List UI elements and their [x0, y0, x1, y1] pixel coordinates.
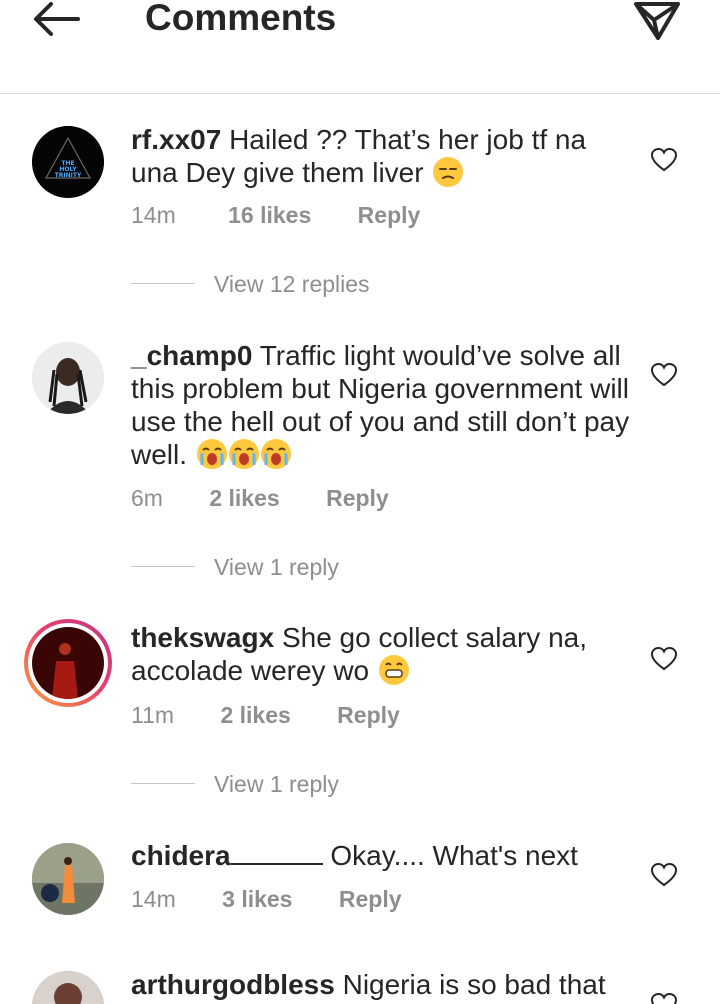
- like-button[interactable]: [650, 362, 678, 388]
- avatar[interactable]: [32, 342, 104, 414]
- avatar[interactable]: THE HOLY TRINITY: [32, 126, 104, 198]
- heart-icon: [650, 862, 678, 887]
- svg-text:TRINITY: TRINITY: [55, 172, 82, 179]
- paper-plane-icon: [634, 2, 680, 40]
- reply-button[interactable]: Reply: [358, 202, 421, 229]
- app-header: Comments: [0, 0, 720, 94]
- profile-photo: [32, 627, 104, 699]
- heart-icon: [650, 992, 678, 1004]
- view-replies-label: View 1 reply: [214, 554, 339, 580]
- like-button[interactable]: [650, 992, 678, 1004]
- comment-likes[interactable]: 2 likes: [209, 485, 279, 512]
- reply-button[interactable]: Reply: [339, 886, 402, 913]
- comment-likes[interactable]: 3 likes: [222, 886, 292, 913]
- crying-face-emoji: [260, 439, 291, 469]
- comment-text: arthurgodbless Nigeria is so bad that: [131, 968, 691, 1001]
- comment-username[interactable]: rf.xx07: [131, 124, 221, 155]
- avatar[interactable]: [32, 843, 104, 915]
- comment-username[interactable]: _champ0: [131, 340, 252, 371]
- comment-meta: 14m 16 likes Reply: [131, 202, 420, 229]
- arrow-left-icon: [34, 2, 80, 36]
- reply-button[interactable]: Reply: [337, 702, 400, 729]
- view-replies-label: View 1 reply: [214, 771, 339, 797]
- comment-item: thekswagx She go collect salary na, acco…: [0, 619, 720, 807]
- avatar-story-ring[interactable]: [24, 619, 112, 707]
- comment-likes[interactable]: 16 likes: [228, 202, 311, 229]
- comment-time: 11m: [131, 702, 175, 728]
- page-title: Comments: [145, 0, 337, 38]
- divider-line: [131, 783, 195, 784]
- crying-face-emoji: [228, 439, 259, 469]
- comment-body: Okay.... What's next: [330, 840, 578, 871]
- avatar: [32, 627, 104, 699]
- share-button[interactable]: [628, 0, 684, 42]
- comment-item: THE HOLY TRINITY rf.xx07 Hailed ?? That’…: [0, 123, 720, 306]
- comment-time: 6m: [131, 485, 163, 511]
- profile-photo: [32, 843, 104, 915]
- comment-likes[interactable]: 2 likes: [220, 702, 290, 729]
- comment-meta: 14m 3 likes Reply: [131, 886, 402, 913]
- view-replies-label: View 12 replies: [214, 271, 370, 297]
- username-underscores: [230, 843, 323, 865]
- reply-button[interactable]: Reply: [326, 485, 389, 512]
- comment-text: rf.xx07 Hailed ?? That’s her job tf na u…: [131, 123, 631, 189]
- profile-photo: [32, 971, 104, 1004]
- heart-icon: [650, 147, 678, 172]
- grinning-face-emoji: [378, 655, 409, 685]
- crying-face-emoji: [196, 439, 227, 469]
- like-button[interactable]: [650, 147, 678, 173]
- heart-icon: [650, 362, 678, 387]
- like-button[interactable]: [650, 862, 678, 888]
- comment-item: arthurgodbless Nigeria is so bad that: [0, 968, 720, 1004]
- comment-time: 14m: [131, 886, 176, 912]
- comment-body: Nigeria is so bad that: [342, 969, 606, 1000]
- holy-trinity-logo: THE HOLY TRINITY: [32, 126, 104, 198]
- comment-text: thekswagx She go collect salary na, acco…: [131, 621, 631, 687]
- comment-item: chidera Okay.... What's next 14m 3 likes…: [0, 840, 720, 943]
- like-button[interactable]: [650, 646, 678, 672]
- back-button[interactable]: [30, 0, 84, 40]
- comment-username[interactable]: thekswagx: [131, 622, 274, 653]
- divider-line: [131, 566, 195, 567]
- comment-text: chidera Okay.... What's next: [131, 839, 651, 872]
- comment-time: 14m: [131, 202, 176, 228]
- divider-line: [131, 283, 195, 284]
- heart-icon: [650, 646, 678, 671]
- comment-item: _champ0 Traffic light would’ve solve all…: [0, 339, 720, 592]
- comment-username[interactable]: arthurgodbless: [131, 969, 335, 1000]
- comment-meta: 6m 2 likes Reply: [131, 485, 389, 512]
- comment-meta: 11m 2 likes Reply: [131, 702, 400, 729]
- profile-photo: [32, 342, 104, 414]
- unamused-face-emoji: [433, 157, 464, 187]
- avatar[interactable]: [32, 971, 104, 1004]
- comment-username[interactable]: chidera: [131, 840, 323, 871]
- comment-text: _champ0 Traffic light would’ve solve all…: [131, 339, 631, 471]
